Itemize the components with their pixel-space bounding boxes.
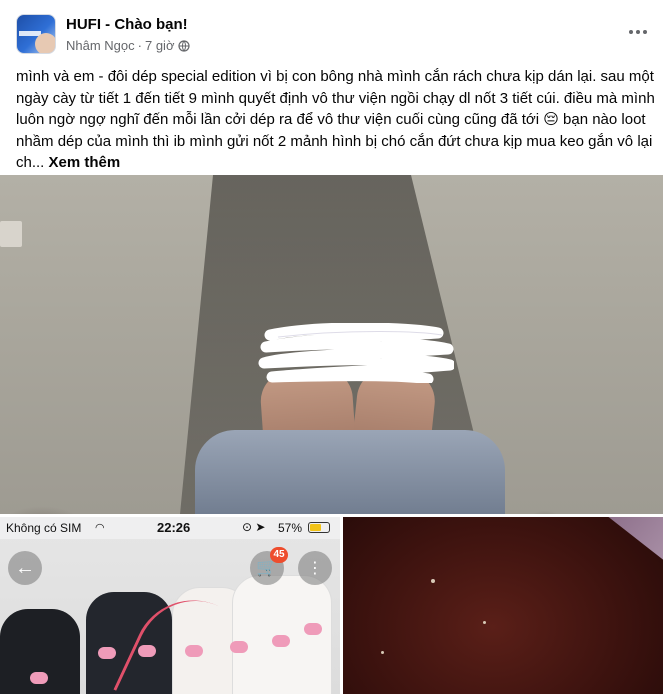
post-time[interactable]: 7 giờ [145,38,175,53]
pink-bow [272,635,290,647]
cart-count-badge: 45 [270,547,288,563]
pink-bow [304,623,322,635]
group-name[interactable]: HUFI - Chào bạn! [66,16,188,33]
battery-icon [308,522,330,533]
more-dot [636,30,640,34]
post-header: HUFI - Chào bạn! Nhâm Ngọc · 7 giờ [0,0,663,62]
more-options-button[interactable] [622,20,654,44]
group-avatar[interactable] [16,14,56,54]
carpet-speck [483,621,486,624]
photo-carpet[interactable] [343,517,663,694]
author-name[interactable]: Nhâm Ngọc [66,38,135,53]
pink-bow [98,647,116,659]
avatar-face [35,33,55,53]
meta-separator: · [137,38,142,53]
pink-bow [230,641,248,653]
photo-rail [573,517,663,576]
photo-main[interactable] [0,175,663,514]
photo-shopping-screenshot[interactable]: Không có SIM ◠ 22:26 ⊙ ➤ 57% ← 🛒 45 ⋮ [0,517,340,694]
see-more-link[interactable]: Xem thêm [49,154,121,171]
censor-scribble [258,323,454,383]
pink-bow [30,672,48,684]
globe-icon [178,39,191,52]
jeans [195,430,505,514]
more-dot [643,30,647,34]
facebook-post: HUFI - Chào bạn! Nhâm Ngọc · 7 giờ mình … [0,0,663,694]
wifi-icon: ◠ [95,522,105,534]
photo-corner-object [0,221,22,247]
carrier-label: Không có SIM [6,521,82,535]
orientation-lock-icon: ⊙ ➤ [242,520,266,534]
carpet-speck [431,579,435,583]
post-meta: Nhâm Ngọc · 7 giờ [66,38,191,53]
status-time: 22:26 [157,520,191,535]
phone-status-bar: Không có SIM ◠ 22:26 ⊙ ➤ 57% [0,517,340,539]
vertical-dots-icon[interactable]: ⋮ [298,551,332,585]
battery-label: 57% [278,521,303,535]
more-horizontal-icon [629,30,633,34]
carpet-speck [381,651,384,654]
post-body: mình và em - đôi dép special edition vì … [16,66,656,174]
arrow-left-icon[interactable]: ← [8,551,42,585]
